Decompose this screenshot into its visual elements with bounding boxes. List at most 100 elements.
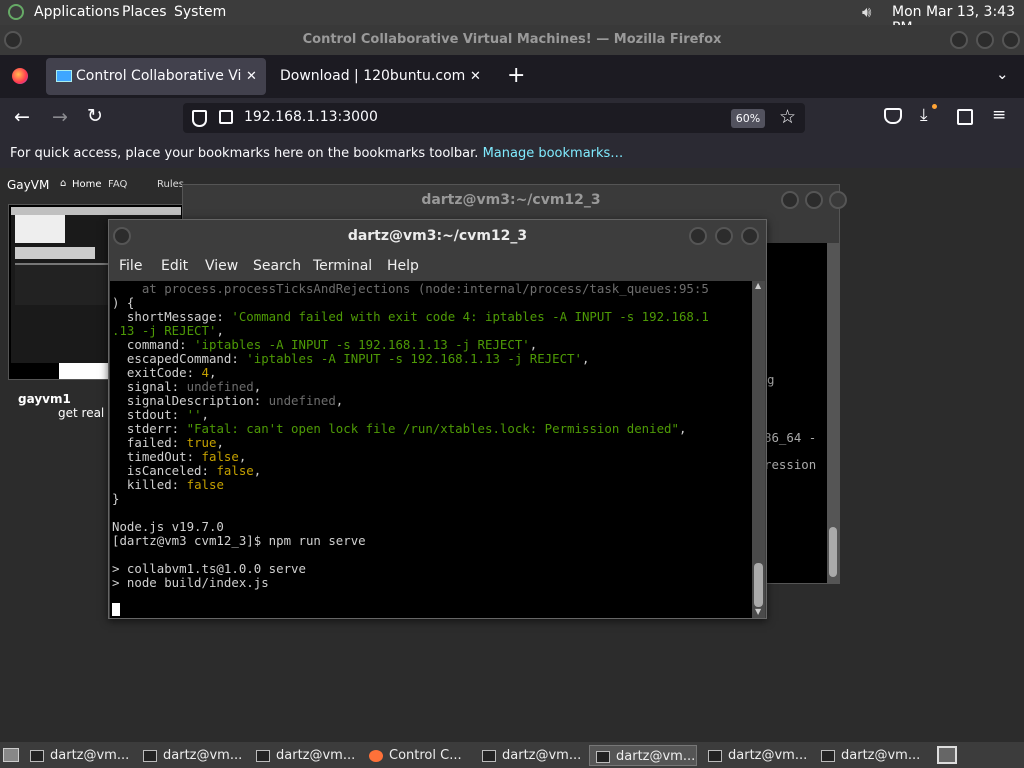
tab-control-collaborative[interactable]: Control Collaborative Virtua ✕ <box>46 58 266 95</box>
back-arrow-icon[interactable]: ← <box>14 106 30 128</box>
back-close-button[interactable] <box>829 191 847 209</box>
taskbar-item-terminal-6[interactable]: dartz@vm... <box>702 745 810 766</box>
menu-file[interactable]: File <box>119 252 142 280</box>
window-menu-button[interactable] <box>4 31 22 49</box>
taskbar-item-terminal-1[interactable]: dartz@vm... <box>24 745 132 766</box>
vm-description: get real <box>58 406 105 420</box>
terminal-window[interactable]: dartz@vm3:~/cvm12_3 File Edit View Searc… <box>108 219 767 619</box>
back-fragment-1: g <box>767 372 775 387</box>
tab-close-icon[interactable]: ✕ <box>246 58 257 95</box>
terminal-scrollbar[interactable]: ▲ ▼ <box>752 281 765 618</box>
minimize-button[interactable] <box>950 31 968 49</box>
workspace-switcher-icon[interactable] <box>937 746 957 764</box>
url-text[interactable]: 192.168.1.13:3000 <box>244 109 378 125</box>
term-key: stderr: <box>112 421 187 436</box>
scroll-down-arrow-icon[interactable]: ▼ <box>755 607 761 616</box>
taskbar-item-terminal-3[interactable]: dartz@vm... <box>250 745 358 766</box>
insecure-lock-icon[interactable] <box>219 110 233 124</box>
firefox-view-icon[interactable] <box>12 68 28 84</box>
tab-label: Control Collaborative Virtua <box>76 68 241 84</box>
terminal-title: dartz@vm3:~/cvm12_3 <box>347 228 528 244</box>
menu-search[interactable]: Search <box>253 252 301 280</box>
task-label: dartz@vm... <box>50 748 130 763</box>
term-punct: , <box>209 365 217 380</box>
terminal-icon <box>596 750 610 763</box>
tab-download-120buntu[interactable]: Download | 120buntu.com ✕ <box>268 58 488 95</box>
close-button[interactable] <box>1002 31 1020 49</box>
nav-home-link[interactable]: Home <box>72 179 102 190</box>
pocket-icon[interactable] <box>884 108 902 124</box>
term-string: .13 -j REJECT' <box>112 323 217 338</box>
term-string: 'iptables -A INPUT -s 192.168.1.13 -j RE… <box>194 337 530 352</box>
places-menu[interactable]: Places <box>122 4 167 20</box>
term-punct: , <box>529 337 538 352</box>
terminal-minimize-button[interactable] <box>689 227 707 245</box>
scrollbar-thumb[interactable] <box>754 563 763 607</box>
manage-bookmarks-link[interactable]: Manage bookmarks… <box>483 146 624 161</box>
term-key: isCanceled: <box>112 463 217 478</box>
volume-icon[interactable]: 🔊︎ <box>862 3 871 21</box>
site-name[interactable]: GayVM <box>7 178 49 192</box>
terminal-screen[interactable]: at process.processTicksAndRejections (no… <box>110 281 752 618</box>
terminal-icon <box>30 749 44 762</box>
shield-icon[interactable] <box>192 110 207 127</box>
list-tabs-chevron-down-icon[interactable]: ⌄ <box>996 65 1009 83</box>
stack-trace-line: at process.processTicksAndRejections (no… <box>112 281 709 296</box>
menu-help[interactable]: Help <box>387 252 419 280</box>
term-key: timedOut: <box>112 449 202 464</box>
menu-terminal[interactable]: Terminal <box>313 252 372 280</box>
firefox-icon <box>369 749 383 762</box>
task-label: dartz@vm... <box>728 748 808 763</box>
downloads-icon[interactable]: ⤓ <box>920 105 928 125</box>
taskbar-item-firefox[interactable]: Control C... <box>363 745 471 766</box>
url-bar[interactable]: 192.168.1.13:3000 60% ☆ <box>183 103 805 133</box>
bookmarks-message: For quick access, place your bookmarks h… <box>10 146 479 161</box>
term-undefined: undefined <box>186 379 254 394</box>
taskbar: dartz@vm... dartz@vm... dartz@vm... Cont… <box>0 742 1024 768</box>
nav-faq-link[interactable]: FAQ <box>108 179 127 190</box>
terminal-maximize-button[interactable] <box>715 227 733 245</box>
term-line: > collabvm1.ts@1.0.0 serve <box>112 561 306 576</box>
bookmark-star-icon[interactable]: ☆ <box>779 106 796 128</box>
terminal-close-button[interactable] <box>741 227 759 245</box>
term-punct: , <box>216 435 224 450</box>
term-boolean: false <box>201 449 239 464</box>
window-title: Control Collaborative Virtual Machines! … <box>302 32 722 47</box>
new-tab-plus-icon[interactable]: + <box>507 63 525 88</box>
monitor-favicon-icon <box>56 70 72 82</box>
nav-rules-link[interactable]: Rules <box>157 179 184 190</box>
back-fragment-3: ression <box>764 457 817 472</box>
back-maximize-button[interactable] <box>805 191 823 209</box>
zoom-level-button[interactable]: 60% <box>731 109 765 128</box>
terminal-icon <box>482 749 496 762</box>
taskbar-item-terminal-7[interactable]: dartz@vm... <box>815 745 923 766</box>
tab-bar: Control Collaborative Virtua ✕ Download … <box>0 55 1024 98</box>
term-boolean: false <box>186 477 224 492</box>
menu-view[interactable]: View <box>205 252 238 280</box>
extensions-puzzle-icon[interactable] <box>957 109 973 125</box>
menu-edit[interactable]: Edit <box>161 252 188 280</box>
maximize-button[interactable] <box>976 31 994 49</box>
back-minimize-button[interactable] <box>781 191 799 209</box>
vm-name[interactable]: gayvm1 <box>18 392 71 406</box>
back-terminal-scrollbar[interactable] <box>827 243 839 583</box>
bookmarks-toolbar: For quick access, place your bookmarks h… <box>0 140 1024 169</box>
scroll-up-arrow-icon[interactable]: ▲ <box>755 281 761 290</box>
taskbar-item-terminal-2[interactable]: dartz@vm... <box>137 745 245 766</box>
reload-icon[interactable]: ↻ <box>87 105 103 127</box>
task-label: dartz@vm... <box>276 748 356 763</box>
system-menu[interactable]: System <box>174 4 226 20</box>
distro-logo-icon[interactable] <box>8 4 24 20</box>
tab-close-icon[interactable]: ✕ <box>470 58 481 95</box>
applications-menu[interactable]: Applications <box>34 4 120 20</box>
term-key: stdout: <box>112 407 187 422</box>
term-key: exitCode: <box>112 365 202 380</box>
show-desktop-icon[interactable] <box>3 748 19 762</box>
forward-arrow-icon[interactable]: → <box>52 106 68 128</box>
taskbar-item-terminal-5-active[interactable]: dartz@vm... <box>589 745 697 766</box>
terminal-menubar: File Edit View Search Terminal Help <box>109 252 766 280</box>
app-menu-icon[interactable]: ≡ <box>992 105 1006 125</box>
term-line: } <box>112 491 120 506</box>
taskbar-item-terminal-4[interactable]: dartz@vm... <box>476 745 584 766</box>
task-label: dartz@vm... <box>163 748 243 763</box>
